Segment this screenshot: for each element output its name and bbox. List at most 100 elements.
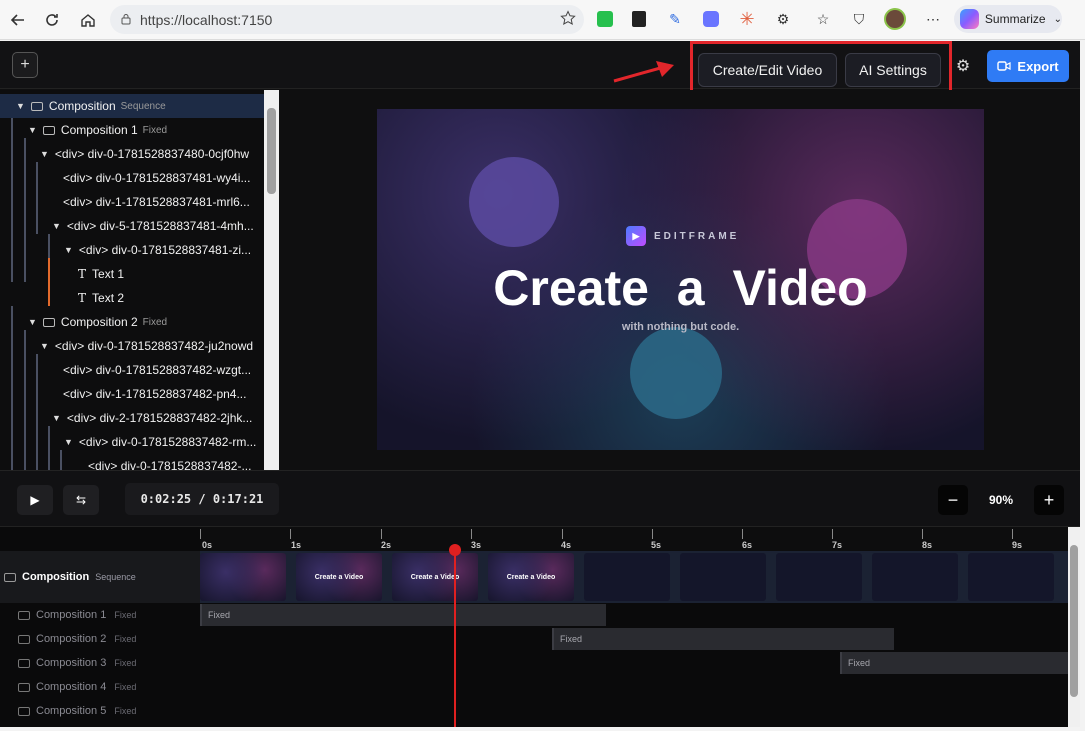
caret-down-icon[interactable]: ▼ xyxy=(16,101,25,111)
composition-tree: ▼ Composition Sequence ▼ Composition 1 F… xyxy=(0,90,264,470)
caret-down-icon[interactable]: ▼ xyxy=(28,125,37,135)
composition-icon xyxy=(4,572,16,582)
tree-item-composition-2[interactable]: ▼ Composition 2 Fixed xyxy=(0,310,264,334)
timeline-layer-composition-2[interactable]: Composition 2 Fixed xyxy=(0,627,200,651)
caret-down-icon[interactable]: ▼ xyxy=(52,221,61,231)
thumbnail: Create a Video xyxy=(392,553,478,601)
tree-item-tag: Fixed xyxy=(142,316,168,328)
favorites-icon[interactable]: ☆ xyxy=(812,8,834,30)
track-clip[interactable]: Fixed xyxy=(200,604,606,626)
tree-scrollbar[interactable] xyxy=(264,90,279,470)
profile-avatar[interactable] xyxy=(884,8,906,30)
extension-pen-icon[interactable]: ✎ xyxy=(664,8,686,30)
composition-icon xyxy=(18,706,30,716)
editor-app: + Create/Edit Video AI Settings ⚙ Export… xyxy=(0,41,1080,728)
tree-item-div[interactable]: <div> div-0-1781528837481-wy4i... xyxy=(0,166,264,190)
caret-down-icon[interactable]: ▼ xyxy=(64,245,73,255)
timeline: 0s 1s 2s 3s 4s 5s 6s 7s 8s 9s Compositio… xyxy=(0,526,1080,728)
extension-video-icon[interactable] xyxy=(700,8,722,30)
more-options-icon[interactable]: ⋯ xyxy=(922,8,944,30)
playhead-handle[interactable] xyxy=(449,544,461,556)
layer-tag: Fixed xyxy=(114,658,137,668)
playhead[interactable] xyxy=(454,545,456,728)
timeline-scrollbar[interactable] xyxy=(1068,527,1080,728)
track-clip[interactable]: Fixed xyxy=(840,652,1068,674)
caret-down-icon[interactable]: ▼ xyxy=(40,341,49,351)
tree-item-label: <div> div-0-1781528837482-ju2nowd xyxy=(54,339,254,353)
copilot-icon xyxy=(960,9,979,29)
loop-button[interactable]: ⇆ xyxy=(63,485,99,515)
favorite-star-icon[interactable] xyxy=(560,10,576,29)
text-type-icon: T xyxy=(78,267,87,281)
address-bar[interactable]: https://localhost:7150 xyxy=(110,5,584,34)
timeline-layer-composition-5[interactable]: Composition 5 Fixed xyxy=(0,699,200,723)
caret-down-icon[interactable]: ▼ xyxy=(28,317,37,327)
zoom-out-button[interactable]: − xyxy=(938,485,968,515)
home-icon[interactable] xyxy=(72,4,104,36)
add-composition-button[interactable]: + xyxy=(12,52,38,78)
caret-down-icon[interactable]: ▼ xyxy=(40,149,49,159)
extensions-puzzle-icon[interactable]: ⚙ xyxy=(772,8,794,30)
thumbnail xyxy=(680,553,766,601)
caret-down-icon[interactable]: ▼ xyxy=(64,437,73,447)
extension-download-icon[interactable] xyxy=(628,8,650,30)
tree-item-text-1[interactable]: T Text 1 xyxy=(0,262,264,286)
thumbnail xyxy=(872,553,958,601)
thumbnail: Create a Video xyxy=(296,553,382,601)
tree-item-label: Composition 2 xyxy=(60,315,138,329)
video-canvas[interactable]: ▶ EDITFRAME Create a Video with nothing … xyxy=(377,109,984,450)
composition-icon xyxy=(18,658,30,668)
tree-item-div[interactable]: <div> div-0-1781528837482-wzgt... xyxy=(0,358,264,382)
play-button[interactable]: ▶ xyxy=(17,485,53,515)
tree-item-div[interactable]: ▼ <div> div-0-1781528837482-rm... xyxy=(0,430,264,454)
tree-item-composition[interactable]: ▼ Composition Sequence xyxy=(0,94,264,118)
tree-item-div[interactable]: ▼ <div> div-2-1781528837482-2jhk... xyxy=(0,406,264,430)
track-clip[interactable]: Fixed xyxy=(552,628,894,650)
ruler-tick xyxy=(562,529,563,539)
timeline-layer-composition-1[interactable]: Composition 1 Fixed xyxy=(0,603,200,627)
window-edge xyxy=(0,727,1085,731)
extension-face-icon[interactable] xyxy=(594,8,616,30)
scrollbar-thumb[interactable] xyxy=(1070,545,1078,697)
composition-icon xyxy=(30,101,43,111)
tree-item-label: Text 1 xyxy=(92,267,125,281)
zoom-in-button[interactable]: + xyxy=(1034,485,1064,515)
thumbnail: Create a Video xyxy=(488,553,574,601)
timeline-sequence-row[interactable]: Composition Sequence xyxy=(0,551,200,603)
tree-item-text-2[interactable]: T Text 2 xyxy=(0,286,264,310)
tree-item-div[interactable]: <div> div-1-1781528837482-pn4... xyxy=(0,382,264,406)
tree-item-div[interactable]: <div> div-0-1781528837482-... xyxy=(0,454,264,470)
tree-item-div[interactable]: ▼ <div> div-0-1781528837481-zi... xyxy=(0,238,264,262)
composition-icon xyxy=(42,125,55,135)
decor-circle-purple xyxy=(469,157,559,247)
scrollbar-thumb[interactable] xyxy=(267,108,276,194)
tree-item-label: <div> div-1-1781528837482-pn4... xyxy=(63,387,247,401)
tree-item-div[interactable]: <div> div-1-1781528837481-mrl6... xyxy=(0,190,264,214)
sequence-thumbnails[interactable]: Create a Video Create a Video Create a V… xyxy=(200,551,1068,603)
video-headline: Create a Video xyxy=(493,260,868,316)
ruler-tick xyxy=(381,529,382,539)
extension-asterisk-icon[interactable]: ✳ xyxy=(736,8,758,30)
shield-icon[interactable]: ⛉ xyxy=(848,8,870,30)
back-icon[interactable] xyxy=(2,4,34,36)
tree-item-div[interactable]: ▼ <div> div-5-1781528837481-4mh... xyxy=(0,214,264,238)
timeline-layer-composition-4[interactable]: Composition 4 Fixed xyxy=(0,675,200,699)
reload-icon[interactable] xyxy=(36,4,68,36)
export-button[interactable]: Export xyxy=(987,50,1069,82)
ruler-tick-label: 7s xyxy=(832,540,843,550)
ruler-tick-label: 8s xyxy=(922,540,933,550)
ai-settings-button[interactable]: AI Settings xyxy=(845,53,941,87)
brand-logo: ▶ EDITFRAME xyxy=(626,226,739,246)
gear-icon[interactable]: ⚙ xyxy=(954,57,972,75)
layer-label: Composition 1 xyxy=(36,609,107,621)
tree-item-div[interactable]: ▼ <div> div-0-1781528837482-ju2nowd xyxy=(0,334,264,358)
caret-down-icon[interactable]: ▼ xyxy=(52,413,61,423)
tree-item-composition-1[interactable]: ▼ Composition 1 Fixed xyxy=(0,118,264,142)
lock-icon xyxy=(120,12,132,28)
timeline-layer-composition-3[interactable]: Composition 3 Fixed xyxy=(0,651,200,675)
summarize-button[interactable]: Summarize ⌄ xyxy=(954,5,1062,33)
chevron-down-icon: ⌄ xyxy=(1053,13,1062,25)
create-edit-video-button[interactable]: Create/Edit Video xyxy=(698,53,837,87)
time-ruler[interactable]: 0s 1s 2s 3s 4s 5s 6s 7s 8s 9s xyxy=(200,527,1068,551)
tree-item-div[interactable]: ▼ <div> div-0-1781528837480-0cjf0hw xyxy=(0,142,264,166)
